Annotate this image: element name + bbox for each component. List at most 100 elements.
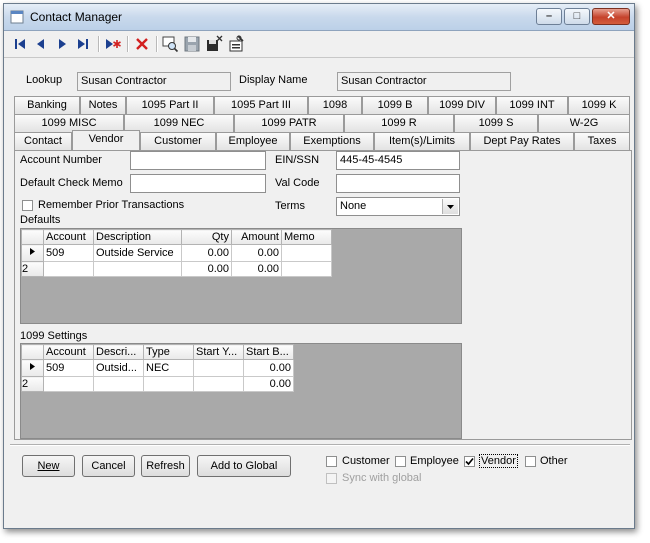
other-checkbox[interactable]: [525, 456, 536, 467]
properties-button[interactable]: [227, 35, 245, 53]
new-record-button[interactable]: [104, 35, 122, 53]
tab-customer[interactable]: Customer: [140, 132, 216, 150]
cell-start-balance[interactable]: 0.00: [243, 376, 294, 392]
tab-banking[interactable]: Banking: [14, 96, 80, 114]
cell-amount[interactable]: 0.00: [231, 244, 282, 262]
cell-description[interactable]: Outside Service: [93, 244, 182, 262]
customer-checkbox[interactable]: [326, 456, 337, 467]
display-name-field[interactable]: Susan Contractor: [337, 72, 511, 91]
find-button[interactable]: [161, 35, 179, 53]
tab-notes[interactable]: Notes: [80, 96, 126, 114]
minimize-icon: –: [545, 10, 553, 22]
val-code-field[interactable]: [336, 174, 460, 193]
tab-1098[interactable]: 1098: [308, 96, 362, 114]
cell-account[interactable]: 509: [43, 359, 94, 377]
cell-memo[interactable]: [281, 261, 332, 277]
column-header-account[interactable]: Account: [43, 229, 94, 245]
column-header-amount[interactable]: Amount: [231, 229, 282, 245]
tab-1095-part-iii[interactable]: 1095 Part III: [214, 96, 308, 114]
save-button[interactable]: [183, 35, 201, 53]
cell-description[interactable]: [93, 376, 144, 392]
tab-contact[interactable]: Contact: [14, 132, 72, 150]
tab-1099-r[interactable]: 1099 R: [344, 114, 454, 132]
toolbar-separator: [156, 36, 158, 52]
tab-taxes[interactable]: Taxes: [574, 132, 630, 150]
new-button-label: New: [37, 460, 60, 472]
tab-1099-nec[interactable]: 1099 NEC: [124, 114, 234, 132]
refresh-button[interactable]: Refresh: [141, 455, 190, 477]
tab-1099-b[interactable]: 1099 B: [362, 96, 428, 114]
cell-account[interactable]: [43, 261, 94, 277]
tab-employee[interactable]: Employee: [216, 132, 290, 150]
terms-select[interactable]: None: [336, 197, 460, 216]
tab-dept-pay-rates[interactable]: Dept Pay Rates: [470, 132, 574, 150]
defaults-label: Defaults: [20, 214, 61, 226]
find-icon: [162, 36, 179, 53]
table-row[interactable]: 509 Outside Service 0.00 0.00: [21, 244, 332, 262]
cell-account[interactable]: [43, 376, 94, 392]
minimize-button[interactable]: –: [536, 8, 562, 25]
default-check-memo-field[interactable]: [130, 174, 266, 193]
tab-1099-div[interactable]: 1099 DIV: [428, 96, 496, 114]
cell-description[interactable]: [93, 261, 182, 277]
table-row[interactable]: 509 Outsid... NEC 0.00: [21, 359, 294, 377]
tab-w-2g[interactable]: W-2G: [538, 114, 630, 132]
next-record-button[interactable]: [53, 35, 71, 53]
cancel-button[interactable]: Cancel: [82, 455, 135, 477]
row-header[interactable]: 2: [21, 376, 44, 392]
column-header-type[interactable]: Type: [143, 344, 194, 360]
properties-icon: [229, 35, 244, 52]
tab-1099-k[interactable]: 1099 K: [568, 96, 630, 114]
column-header-memo[interactable]: Memo: [281, 229, 332, 245]
column-header-description[interactable]: Descri...: [93, 344, 144, 360]
row-header[interactable]: [21, 244, 44, 262]
vendor-checkbox[interactable]: [464, 456, 475, 467]
cell-start-year[interactable]: [193, 376, 244, 392]
delete-record-button[interactable]: [133, 35, 151, 53]
save-close-button[interactable]: [205, 35, 223, 53]
row-header[interactable]: 2: [21, 261, 44, 277]
tab-1095-part-ii[interactable]: 1095 Part II: [126, 96, 214, 114]
last-record-button[interactable]: [74, 35, 92, 53]
cell-memo[interactable]: [281, 244, 332, 262]
tab-1099-patr[interactable]: 1099 PATR: [234, 114, 344, 132]
remember-prior-checkbox[interactable]: [22, 200, 33, 211]
column-header-account[interactable]: Account: [43, 344, 94, 360]
lookup-field[interactable]: Susan Contractor: [77, 72, 231, 91]
tab-exemptions[interactable]: Exemptions: [290, 132, 374, 150]
settings-1099-grid[interactable]: Account Descri... Type Start Y... Start …: [20, 343, 462, 439]
first-record-button[interactable]: [11, 35, 29, 53]
tab-1099-s[interactable]: 1099 S: [454, 114, 538, 132]
account-number-field[interactable]: [130, 151, 266, 170]
cell-account[interactable]: 509: [43, 244, 94, 262]
cell-qty[interactable]: 0.00: [181, 244, 232, 262]
add-to-global-button[interactable]: Add to Global: [197, 455, 291, 477]
cell-type[interactable]: NEC: [143, 359, 194, 377]
column-header-start-year[interactable]: Start Y...: [193, 344, 244, 360]
cell-start-balance[interactable]: 0.00: [243, 359, 294, 377]
new-button[interactable]: New: [22, 455, 75, 477]
cell-qty[interactable]: 0.00: [181, 261, 232, 277]
close-button[interactable]: ✕: [592, 8, 630, 25]
tab-items-limits[interactable]: Item(s)/Limits: [374, 132, 470, 150]
cell-description[interactable]: Outsid...: [93, 359, 144, 377]
table-row[interactable]: 2 0.00 0.00: [21, 261, 332, 277]
cell-start-year[interactable]: [193, 359, 244, 377]
row-header[interactable]: [21, 359, 44, 377]
table-row[interactable]: 2 0.00: [21, 376, 294, 392]
tab-vendor[interactable]: Vendor: [72, 130, 140, 150]
cell-type[interactable]: [143, 376, 194, 392]
ein-ssn-field[interactable]: 445-45-4545: [336, 151, 460, 170]
column-header-description[interactable]: Description: [93, 229, 182, 245]
cell-amount[interactable]: 0.00: [231, 261, 282, 277]
defaults-grid[interactable]: Account Description Qty Amount Memo 509 …: [20, 228, 462, 324]
column-header-start-balance[interactable]: Start B...: [243, 344, 294, 360]
column-header-qty[interactable]: Qty: [181, 229, 232, 245]
employee-checkbox[interactable]: [395, 456, 406, 467]
maximize-button[interactable]: □: [564, 8, 590, 25]
previous-record-button[interactable]: [32, 35, 50, 53]
save-icon: [184, 36, 200, 52]
sync-with-global-checkbox[interactable]: [326, 473, 337, 484]
tab-1099-int[interactable]: 1099 INT: [496, 96, 568, 114]
terms-dropdown-button[interactable]: [442, 199, 458, 214]
